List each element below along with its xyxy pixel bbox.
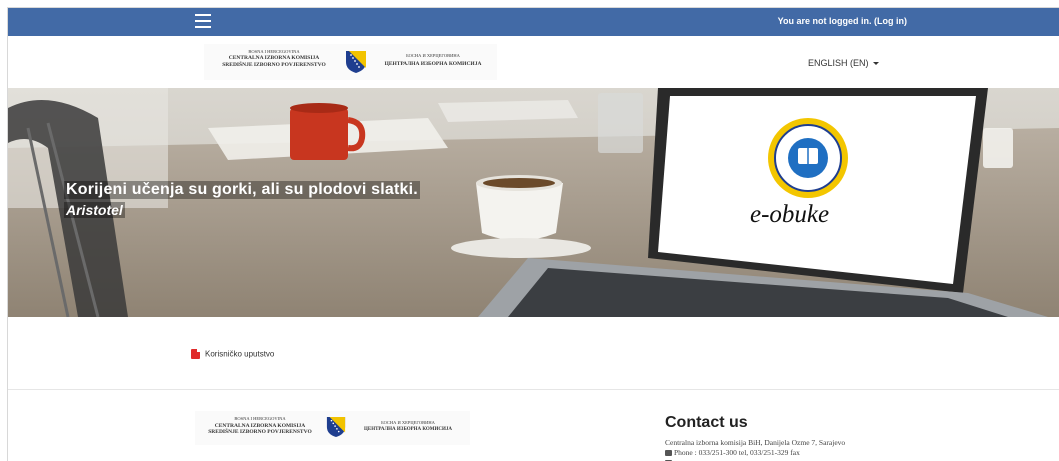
bih-crest-icon [346, 51, 366, 73]
logo-line-country: BOSNA I HERCEGOVINA [248, 49, 300, 54]
caret-down-icon [872, 62, 879, 66]
contact-address: Centralna izborna komisija BiH, Danijela… [665, 438, 846, 447]
top-navbar: You are not logged in. (Log in) [8, 8, 1059, 36]
contact-phone-row: Phone : 033/251-300 tel, 033/251-329 fax [665, 448, 800, 457]
logo-text-cyrillic: БОСНА И ХЕРЦЕГОВИНА ЦЕНТРАЛНА ИЗБОРНА КО… [368, 52, 498, 68]
contact-phone: Phone : 033/251-300 tel, 033/251-329 fax [674, 448, 800, 457]
user-manual-link[interactable]: Korisničko uputstvo [191, 349, 274, 359]
logo-text-latin: BOSNA I HERCEGOVINA CENTRALNA IZBORNA KO… [204, 48, 344, 69]
logo-line-office: SREDIŠNJE IZBORNO POVJERENSTVO [222, 62, 326, 68]
footer-cik-logo: BOSNA I HERCEGOVINA CENTRALNA IZBORNA KO… [195, 411, 470, 445]
logo-line-commission: CENTRALNA IZBORNA KOMISIJA [228, 55, 320, 61]
logo-line-country-cyrillic: БОСНА И ХЕРЦЕГОВИНА [406, 53, 460, 58]
hero-quote-author: Aristotel [64, 202, 125, 218]
footer-logo-text-cyrillic: БОСНА И ХЕРЦЕГОВИНА ЦЕНТРАЛНА ИЗБОРНА КО… [348, 419, 468, 433]
page: You are not logged in. (Log in) BOSNA I … [7, 7, 1059, 461]
hero-quote: Korijeni učenja su gorki, ali su plodovi… [64, 181, 420, 199]
footer-logo-text-latin: BOSNA I HERCEGOVINA CENTRALNA IZBORNA KO… [195, 416, 325, 436]
hamburger-menu-icon[interactable] [195, 14, 211, 28]
cik-logo[interactable]: BOSNA I HERCEGOVINA CENTRALNA IZBORNA KO… [204, 44, 497, 80]
site-header: BOSNA I HERCEGOVINA CENTRALNA IZBORNA KO… [8, 36, 1059, 88]
language-label: ENGLISH (EN) [808, 58, 869, 68]
footer-divider [8, 389, 1059, 390]
footer-bih-crest-icon [326, 417, 346, 437]
contact-title: Contact us [665, 414, 748, 431]
hero-banner: Korijeni učenja su gorki, ali su plodovi… [8, 88, 1059, 317]
user-manual-label: Korisničko uputstvo [205, 349, 275, 359]
login-status-link[interactable]: You are not logged in. (Log in) [778, 16, 907, 26]
language-dropdown[interactable]: ENGLISH (EN) [808, 58, 879, 68]
footer-logo-line-commission-cyrillic: ЦЕНТРАЛНА ИЗБОРНА КОМИСИЈА [363, 427, 453, 432]
footer-logo-line-office: SREDIŠNJE IZBORNO POVJERENSTVO [208, 429, 312, 435]
footer-logo-line-country-cyrillic: БОСНА И ХЕРЦЕГОВИНА [381, 420, 435, 425]
hero-image [8, 88, 1059, 317]
logo-line-commission-cyrillic: ЦЕНТРАЛНА ИЗБОРНА КОМИСИЈА [384, 61, 482, 67]
pdf-icon [191, 349, 200, 359]
phone-icon [665, 450, 672, 457]
laptop-screen-text: e-obuke [750, 201, 830, 228]
